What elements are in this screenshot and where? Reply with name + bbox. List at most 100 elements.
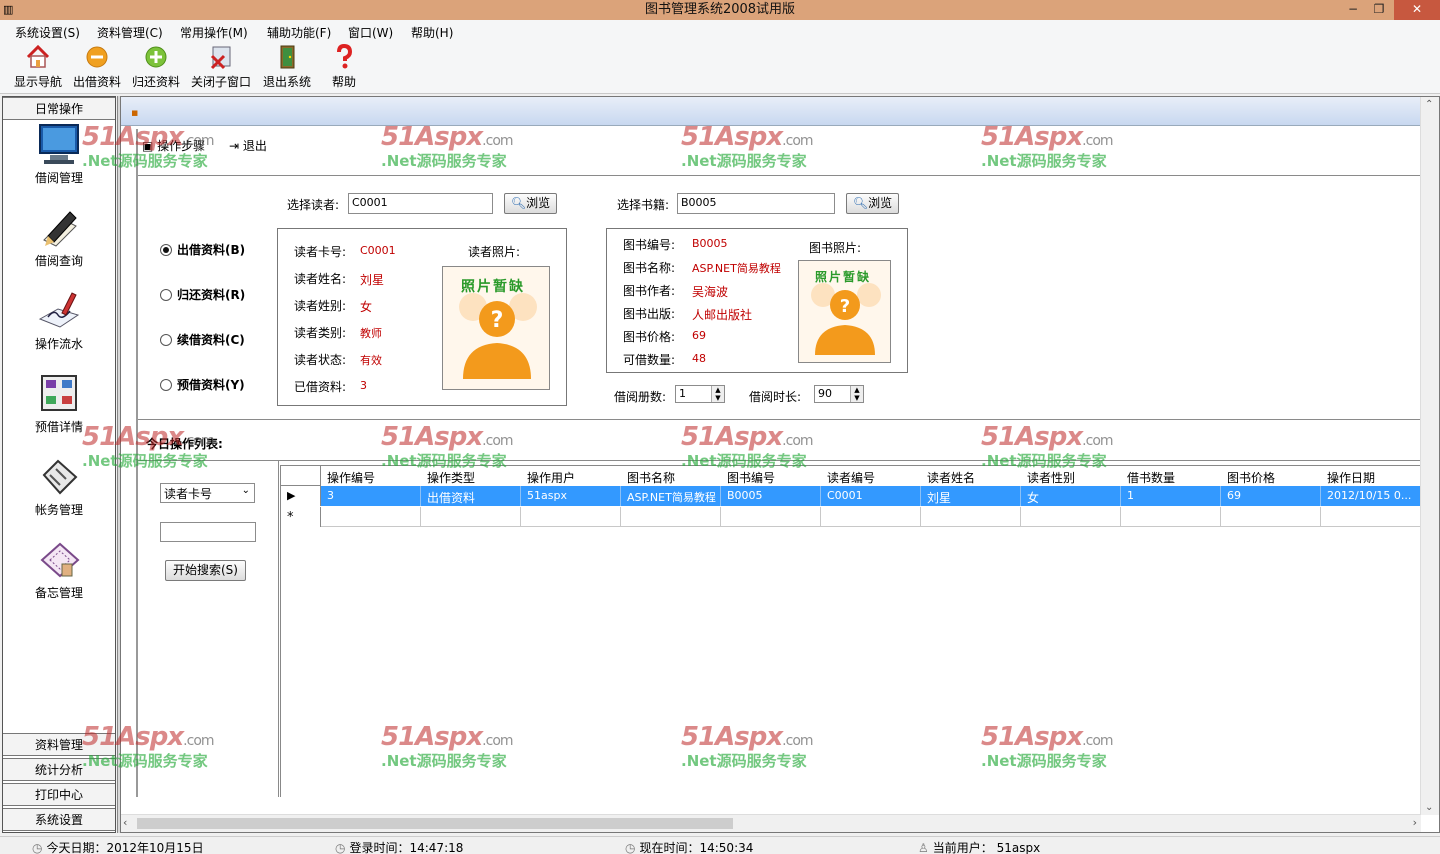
- table-cell[interactable]: 出借资料: [421, 486, 521, 506]
- exit-button[interactable]: 退出系统: [261, 44, 313, 92]
- restore-button[interactable]: ❐: [1366, 0, 1392, 20]
- nav-group-data[interactable]: 资料管理: [3, 733, 115, 756]
- book-field-label: 图书编号:: [623, 238, 676, 252]
- table-cell[interactable]: B0005: [721, 486, 821, 506]
- radio-indicator: [160, 289, 172, 301]
- table-cell[interactable]: 51aspx: [521, 486, 621, 506]
- radio-lend[interactable]: 出借资料(B): [160, 241, 245, 258]
- table-cell[interactable]: [521, 507, 621, 527]
- status-current-user: ♙ 当前用户： 51aspx: [918, 841, 1041, 854]
- nav-group-settings[interactable]: 系统设置: [3, 808, 115, 831]
- nav-item-accounts[interactable]: 帐务管理: [3, 453, 115, 533]
- return-button[interactable]: 归还资料: [131, 44, 181, 92]
- nav-group-stats[interactable]: 统计分析: [3, 758, 115, 781]
- scroll-down-icon[interactable]: ⌄: [1425, 802, 1433, 813]
- table-cell[interactable]: [421, 507, 521, 527]
- scroll-up-icon[interactable]: ⌃: [1425, 99, 1433, 110]
- table-cell[interactable]: 69: [1221, 486, 1321, 506]
- tools-icon: [42, 459, 78, 495]
- table-cell[interactable]: [1221, 507, 1321, 527]
- search-input[interactable]: [160, 522, 256, 542]
- table-cell[interactable]: [321, 507, 421, 527]
- scroll-right-icon[interactable]: ›: [1413, 816, 1417, 829]
- menu-help[interactable]: 帮助(H): [411, 24, 453, 41]
- table-cell[interactable]: 刘星: [921, 486, 1021, 506]
- table-cell[interactable]: 1: [1121, 486, 1221, 506]
- exit-child-button[interactable]: ⇥ 退出: [229, 139, 277, 153]
- radio-reserve[interactable]: 预借资料(Y): [160, 376, 245, 393]
- nav-item-operation-log[interactable]: 操作流水: [3, 287, 115, 367]
- child-content: ▣ 操作步骤 ⇥ 退出 选择读者: C0001 🔍︎浏览 选择书籍: B0005…: [136, 129, 1424, 797]
- table-row[interactable]: ▶ 3 出借资料 51aspx ASP.NET简易教程 B0005 C0001 …: [281, 486, 1423, 506]
- table-cell[interactable]: 女: [1021, 486, 1121, 506]
- horizontal-scrollbar[interactable]: ‹ ›: [121, 814, 1421, 832]
- borrow-days-stepper[interactable]: 90 ▲ ▼: [814, 385, 864, 403]
- column-header[interactable]: 操作用户: [521, 466, 621, 486]
- table-cell[interactable]: [621, 507, 721, 527]
- table-cell[interactable]: [821, 507, 921, 527]
- start-search-button[interactable]: 开始搜索(S): [165, 560, 246, 581]
- nav-item-borrow-manage[interactable]: 借阅管理: [3, 121, 115, 201]
- borrow-count-stepper[interactable]: 1 ▲ ▼: [675, 385, 725, 403]
- monitor-icon: [39, 124, 79, 164]
- help-button[interactable]: 帮助: [326, 44, 362, 92]
- show-nav-button[interactable]: 显示导航: [12, 44, 64, 92]
- menu-data[interactable]: 资料管理(C): [97, 24, 163, 41]
- home-icon: [26, 44, 50, 68]
- steps-button[interactable]: ▣ 操作步骤: [142, 139, 215, 153]
- column-header[interactable]: 操作类型: [421, 466, 521, 486]
- nav-group-print[interactable]: 打印中心: [3, 783, 115, 806]
- spin-arrows-icon[interactable]: ▲ ▼: [711, 386, 724, 402]
- menu-system[interactable]: 系统设置(S): [15, 24, 80, 41]
- table-cell[interactable]: [1021, 507, 1121, 527]
- nav-item-memo[interactable]: 备忘管理: [3, 536, 115, 616]
- column-header[interactable]: 借书数量: [1121, 466, 1221, 486]
- column-header[interactable]: 读者编号: [821, 466, 921, 486]
- menu-window[interactable]: 窗口(W): [348, 24, 393, 41]
- search-field-select[interactable]: 读者卡号 ⌄: [160, 483, 255, 503]
- nav-item-borrow-query[interactable]: 借阅查询: [3, 204, 115, 284]
- photo-missing-text: 照片暂缺: [461, 279, 525, 295]
- nav-group-daily[interactable]: 日常操作: [3, 97, 115, 120]
- radio-renew[interactable]: 续借资料(C): [160, 331, 245, 348]
- table-cell[interactable]: 3: [321, 486, 421, 506]
- menu-common[interactable]: 常用操作(M): [180, 24, 248, 41]
- column-header[interactable]: 读者性别: [1021, 466, 1121, 486]
- menu-aux[interactable]: 辅助功能(F): [267, 24, 331, 41]
- browse-reader-button[interactable]: 🔍︎浏览: [504, 193, 557, 214]
- scroll-thumb[interactable]: [137, 818, 733, 829]
- table-cell[interactable]: 2012/10/15 0...: [1321, 486, 1423, 506]
- lend-button[interactable]: 出借资料: [72, 44, 122, 92]
- vertical-scrollbar[interactable]: ⌃ ⌄: [1420, 97, 1439, 815]
- operations-table[interactable]: 操作编号 操作类型 操作用户 图书名称 图书编号 读者编号 读者姓名 读者性别 …: [280, 465, 1423, 797]
- column-header[interactable]: 图书价格: [1221, 466, 1321, 486]
- column-header[interactable]: 操作日期: [1321, 466, 1423, 486]
- radio-return[interactable]: 归还资料(R): [160, 286, 245, 303]
- column-header[interactable]: 读者姓名: [921, 466, 1021, 486]
- nav-item-reserve-detail[interactable]: 预借详情: [3, 370, 115, 450]
- photo-missing-text: 照片暂缺: [815, 270, 872, 284]
- spin-arrows-icon[interactable]: ▲ ▼: [850, 386, 863, 402]
- minimize-button[interactable]: −: [1340, 0, 1366, 20]
- table-cell[interactable]: C0001: [821, 486, 921, 506]
- table-new-row[interactable]: *: [281, 507, 1423, 527]
- table-cell[interactable]: ASP.NET简易教程: [621, 486, 721, 506]
- column-header[interactable]: 操作编号: [321, 466, 421, 486]
- browse-book-button[interactable]: 🔍︎浏览: [846, 193, 899, 214]
- nav-item-label: 帐务管理: [34, 503, 83, 517]
- select-book-label: 选择书籍:: [617, 198, 670, 212]
- book-id-input[interactable]: B0005: [677, 193, 835, 214]
- book-field-label: 图书名称:: [623, 261, 676, 275]
- close-child-button[interactable]: 关闭子窗口: [190, 44, 252, 92]
- today-list-title: 今日操作列表:: [146, 437, 223, 451]
- table-cell[interactable]: [1121, 507, 1221, 527]
- scroll-left-icon[interactable]: ‹: [123, 816, 127, 829]
- clock-icon: ◷: [335, 841, 346, 854]
- column-header[interactable]: 图书名称: [621, 466, 721, 486]
- table-cell[interactable]: [721, 507, 821, 527]
- reader-id-input[interactable]: C0001: [348, 193, 493, 214]
- table-cell[interactable]: [1321, 507, 1423, 527]
- table-cell[interactable]: [921, 507, 1021, 527]
- column-header[interactable]: 图书编号: [721, 466, 821, 486]
- close-button[interactable]: ✕: [1394, 0, 1440, 20]
